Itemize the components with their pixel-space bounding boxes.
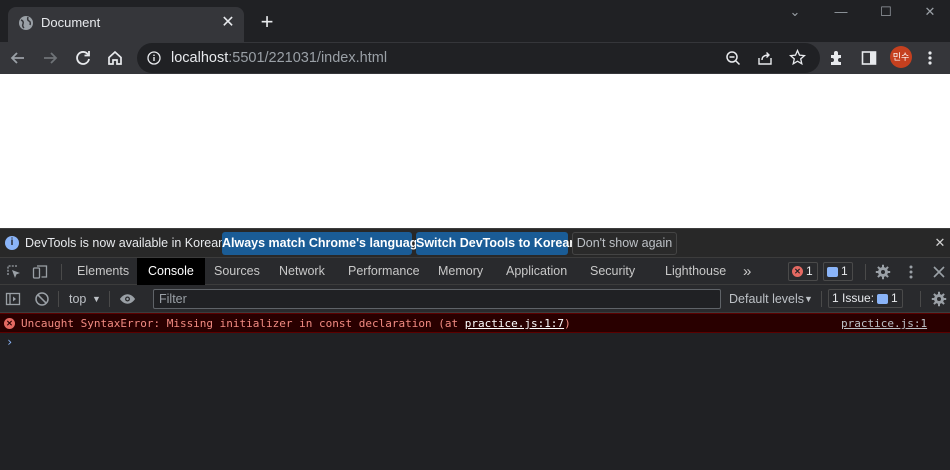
puzzle-icon xyxy=(831,51,841,65)
console-error-message: ✕ Uncaught SyntaxError: Missing initiali… xyxy=(0,313,950,333)
console-output: ✕ Uncaught SyntaxError: Missing initiali… xyxy=(0,313,950,470)
new-tab-button[interactable]: + xyxy=(256,11,278,33)
title-bar: Document ✕ + ⌄ — ☐ ✕ xyxy=(0,0,950,42)
inspect-element-icon[interactable] xyxy=(5,263,22,280)
home-icon xyxy=(108,50,122,65)
eye-icon[interactable] xyxy=(119,290,136,307)
tab-elements[interactable]: Elements xyxy=(77,258,129,285)
arrow-right-icon xyxy=(44,52,58,64)
reload-button[interactable] xyxy=(71,46,95,70)
error-count: 1 xyxy=(806,264,813,278)
devtools-tab-bar: Elements Console Sources Network Perform… xyxy=(0,257,950,285)
info-icon[interactable] xyxy=(147,51,161,65)
infobar-message: DevTools is now available in Korean! xyxy=(25,236,229,250)
separator xyxy=(58,291,59,307)
separator xyxy=(109,291,110,307)
home-button[interactable] xyxy=(103,46,127,70)
issue-icon xyxy=(877,293,889,304)
error-icon: ✕ xyxy=(4,318,15,329)
settings-gear-icon[interactable] xyxy=(874,263,891,280)
separator xyxy=(821,291,822,307)
profile-avatar[interactable]: 민수 xyxy=(890,46,912,68)
side-panel-icon xyxy=(861,51,877,65)
browser-window: Document ✕ + ⌄ — ☐ ✕ localhost:5501/2210… xyxy=(0,0,950,470)
tab-console[interactable]: Console xyxy=(137,258,205,285)
tab-performance[interactable]: Performance xyxy=(348,258,420,285)
back-button[interactable] xyxy=(6,46,30,70)
address-bar[interactable]: localhost:5501/221031/index.html xyxy=(137,43,820,73)
show-sidebar-icon[interactable] xyxy=(4,290,21,307)
more-tabs-icon[interactable]: » xyxy=(743,258,751,285)
error-prefix: Uncaught SyntaxError: Missing initialize… xyxy=(21,317,465,330)
tab-search-icon[interactable]: ⌄ xyxy=(772,2,818,22)
close-window-button[interactable]: ✕ xyxy=(907,2,950,22)
issues-button[interactable]: 1 Issue: 1 xyxy=(828,289,903,308)
error-location-link[interactable]: practice.js:1:7 xyxy=(465,317,564,330)
share-icon[interactable] xyxy=(757,50,773,66)
close-devtools-icon[interactable] xyxy=(930,263,947,280)
console-toolbar: top ▼ Filter Default levels ▼ 1 Issue: 1 xyxy=(0,285,950,313)
device-toolbar-icon[interactable] xyxy=(31,263,48,280)
message-icon xyxy=(827,266,838,277)
url-path: :5501/221031/index.html xyxy=(228,50,388,66)
switch-to-korean-button[interactable]: Switch DevTools to Korean xyxy=(416,232,577,255)
separator xyxy=(865,264,866,280)
filter-input[interactable]: Filter xyxy=(153,289,721,309)
tab-memory[interactable]: Memory xyxy=(438,258,483,285)
url-text[interactable]: localhost:5501/221031/index.html xyxy=(171,49,387,67)
message-count-badge[interactable]: 1 xyxy=(823,262,853,281)
tab-close-icon[interactable]: ✕ xyxy=(219,14,237,32)
browser-tab[interactable]: Document ✕ xyxy=(8,7,244,42)
arrow-left-icon xyxy=(10,52,24,64)
console-prompt-chevron-icon[interactable]: › xyxy=(6,335,13,349)
reload-icon xyxy=(76,51,90,65)
log-levels-dropdown[interactable]: Default levels xyxy=(729,291,804,307)
devtools-language-infobar: i DevTools is now available in Korean! A… xyxy=(0,228,950,257)
browser-toolbar: localhost:5501/221031/index.html xyxy=(0,42,950,74)
separator xyxy=(920,291,921,307)
chevron-down-icon[interactable]: ▼ xyxy=(804,291,813,307)
dont-show-again-button[interactable]: Don't show again xyxy=(572,232,677,255)
side-panel-button[interactable] xyxy=(857,46,881,70)
error-icon: ✕ xyxy=(792,266,803,277)
context-selector[interactable]: top xyxy=(69,291,86,307)
filter-placeholder: Filter xyxy=(159,292,187,306)
devtools-menu-icon[interactable] xyxy=(902,263,919,280)
error-count-badge[interactable]: ✕ 1 xyxy=(788,262,818,281)
url-host: localhost xyxy=(171,50,229,66)
zoom-icon[interactable] xyxy=(725,50,741,66)
minimize-button[interactable]: — xyxy=(818,2,864,22)
tab-network[interactable]: Network xyxy=(279,258,325,285)
always-match-language-button[interactable]: Always match Chrome's language xyxy=(222,232,424,255)
issues-label: 1 Issue: xyxy=(832,291,875,305)
tab-application[interactable]: Application xyxy=(506,258,567,285)
separator xyxy=(61,264,62,280)
console-settings-gear-icon[interactable] xyxy=(930,290,947,307)
star-icon[interactable] xyxy=(789,49,806,66)
error-source-link[interactable]: practice.js:1 xyxy=(841,317,927,331)
info-circle-icon: i xyxy=(5,236,19,250)
tab-lighthouse[interactable]: Lighthouse xyxy=(665,258,726,285)
error-suffix: ) xyxy=(564,317,571,330)
message-count: 1 xyxy=(841,264,848,278)
forward-button[interactable] xyxy=(38,46,62,70)
extensions-button[interactable] xyxy=(825,46,849,70)
clear-console-icon[interactable] xyxy=(33,290,50,307)
tab-title: Document xyxy=(41,15,101,30)
tab-sources[interactable]: Sources xyxy=(214,258,260,285)
issues-count: 1 xyxy=(891,291,898,305)
tab-security[interactable]: Security xyxy=(590,258,635,285)
error-text: Uncaught SyntaxError: Missing initialize… xyxy=(21,317,571,331)
maximize-button[interactable]: ☐ xyxy=(863,2,909,22)
page-viewport xyxy=(0,74,950,228)
chevron-down-icon[interactable]: ▼ xyxy=(92,291,101,307)
menu-button[interactable] xyxy=(918,46,942,70)
infobar-close-icon[interactable]: ✕ xyxy=(933,235,947,251)
kebab-menu-icon xyxy=(928,51,932,65)
globe-icon xyxy=(19,16,33,30)
